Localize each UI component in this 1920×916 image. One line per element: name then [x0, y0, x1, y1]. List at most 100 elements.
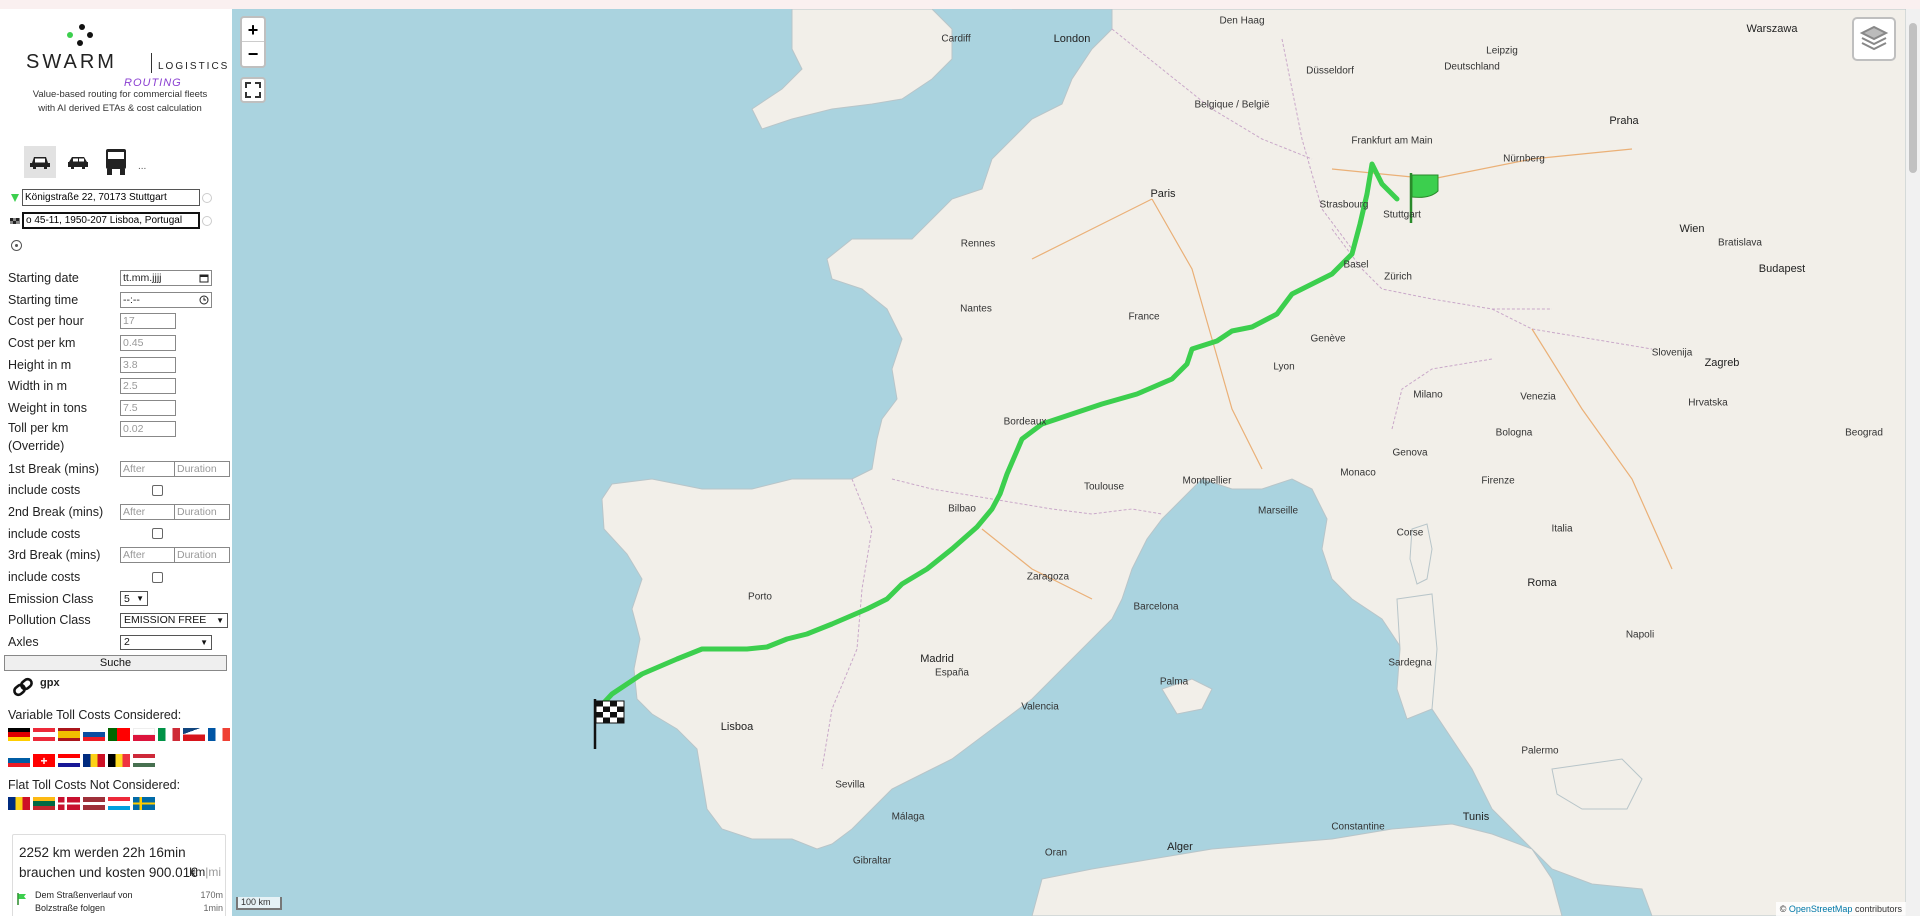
break1-after-input[interactable]: After	[120, 460, 175, 477]
width-row: Width in m 2.5	[8, 375, 232, 397]
land-sardinia	[1396, 593, 1438, 720]
cost-per-km-input[interactable]: 0.45	[120, 334, 176, 351]
calendar-icon[interactable]	[199, 273, 209, 283]
break2-duration-input[interactable]: Duration	[174, 504, 230, 521]
map-city-label: Milano	[1413, 389, 1443, 401]
page-scrollbar[interactable]	[1906, 9, 1920, 916]
map-city-label: Valencia	[1021, 701, 1059, 713]
flag-be-icon	[108, 754, 130, 767]
tagline: Value-based routing for commercial fleet…	[10, 88, 230, 116]
cost-per-hour-input[interactable]: 17	[120, 313, 176, 330]
instruction-time: 1min	[203, 903, 223, 913]
emission-class-row: Emission Class 5 ▼	[8, 588, 232, 610]
origin-input[interactable]	[22, 189, 200, 206]
break1-include-costs-checkbox[interactable]	[152, 484, 163, 496]
unit-mi-option[interactable]: mi	[208, 865, 221, 879]
map-city-label: Budapest	[1758, 263, 1806, 275]
fullscreen-icon	[245, 82, 261, 98]
unit-toggle[interactable]: km|mi	[189, 865, 221, 879]
map-city-label: Bilbao	[948, 503, 976, 515]
toll-per-km-label: Toll per km (Override)	[8, 419, 120, 455]
openstreetmap-link[interactable]: OpenStreetMap	[1789, 904, 1853, 914]
destination-clear-icon[interactable]	[202, 215, 212, 226]
break2-include-costs-label: include costs	[8, 526, 81, 541]
width-input[interactable]: 2.5	[120, 378, 176, 395]
add-waypoint-icon[interactable]	[11, 240, 22, 251]
truck-icon	[106, 149, 126, 175]
break2-include-costs-checkbox[interactable]	[152, 528, 163, 540]
axles-row: Axles 2 ▼	[8, 631, 232, 653]
break1-include-costs-label: include costs	[8, 483, 81, 498]
destination-input[interactable]	[22, 212, 200, 229]
toll-per-km-input[interactable]: 0.02	[120, 420, 176, 437]
map-city-label: Zaragoza	[1026, 571, 1070, 583]
break3-include-costs-row: include costs	[8, 566, 232, 588]
emission-class-select[interactable]: 5 ▼	[120, 591, 148, 607]
unit-km-option[interactable]: km	[189, 865, 205, 879]
map-city-label: Praha	[1609, 115, 1639, 127]
scrollbar-thumb[interactable]	[1909, 23, 1917, 173]
origin-row	[10, 189, 212, 206]
map-city-label: Lisboa	[720, 721, 754, 733]
clock-icon[interactable]	[199, 295, 209, 305]
flag-pl-icon	[133, 728, 155, 741]
break2-after-input[interactable]: After	[120, 504, 175, 521]
break3-after-input[interactable]: After	[120, 547, 175, 564]
starting-time-label: Starting time	[8, 292, 79, 307]
pollution-class-select[interactable]: EMISSION FREE ▼	[120, 612, 228, 628]
route-result-panel: 2252 km werden 22h 16min brauchen und ko…	[12, 834, 226, 916]
car-icon	[30, 157, 50, 169]
swarm-logo: SWARM LOGISTICS ROUTING	[24, 23, 227, 93]
break3-include-costs-checkbox[interactable]	[152, 571, 163, 583]
map-city-label: Toulouse	[1083, 481, 1125, 493]
map-scale: 100 km	[236, 897, 282, 910]
variable-toll-title: Variable Toll Costs Considered:	[8, 708, 182, 722]
gpx-label[interactable]: gpx	[40, 677, 60, 689]
weight-input[interactable]: 7.5	[120, 399, 176, 416]
map-city-label: Wien	[1679, 223, 1705, 235]
gpx-export[interactable]: gpx	[12, 677, 60, 697]
variable-toll-flags-row-2: +	[8, 754, 155, 767]
starting-date-row: Starting date tt.mm.jjjj	[8, 267, 232, 289]
starting-date-placeholder: tt.mm.jjjj	[123, 271, 162, 284]
map-city-label: Nantes	[960, 303, 992, 315]
link-icon[interactable]	[12, 677, 34, 697]
map-view[interactable]: Warszawa London Den Haag Düsseldorf Deutschl…	[232, 9, 1906, 916]
toll-per-km-row: Toll per km (Override) 0.02	[8, 419, 232, 458]
zoom-in-button[interactable]: +	[242, 18, 264, 42]
search-button[interactable]: Suche	[4, 655, 227, 671]
map-tiles	[593, 9, 1906, 916]
vehicle-van-button[interactable]	[62, 146, 94, 178]
fullscreen-button[interactable]	[240, 77, 266, 103]
map-city-label: Genova	[1392, 447, 1428, 459]
map-attribution: © OpenStreetMap contributors	[1775, 902, 1906, 916]
map-city-label: Rennes	[960, 238, 996, 250]
break3-duration-input[interactable]: Duration	[174, 547, 230, 564]
cost-per-km-row: Cost per km 0.45	[8, 332, 232, 354]
flag-cz-icon	[183, 728, 205, 741]
logo-swarm-text: SWARM	[26, 51, 117, 73]
zoom-out-button[interactable]: −	[242, 42, 264, 66]
height-input[interactable]: 3.8	[120, 356, 176, 373]
pollution-class-row: Pollution Class EMISSION FREE ▼	[8, 610, 232, 632]
break1-duration-input[interactable]: Duration	[174, 460, 230, 477]
layers-button[interactable]	[1852, 17, 1896, 61]
vehicle-truck-button[interactable]	[100, 146, 132, 178]
map-city-label: Gibraltar	[852, 855, 892, 867]
pollution-class-value: EMISSION FREE	[124, 614, 207, 627]
starting-date-input[interactable]: tt.mm.jjjj	[120, 269, 212, 286]
vehicle-car-button[interactable]	[24, 146, 56, 178]
vehicle-more-button[interactable]: ...	[138, 161, 146, 172]
origin-clear-icon[interactable]	[202, 192, 212, 203]
starting-time-input[interactable]: --:--	[120, 291, 212, 308]
map-city-label: Bordeaux	[1003, 416, 1047, 428]
toll-per-km-label-line-1: Toll per km	[8, 420, 69, 435]
map-city-label: Venezia	[1520, 391, 1556, 403]
map-city-label: Deutschland	[1444, 61, 1500, 73]
map-city-label: Slovenija	[1651, 347, 1693, 359]
land-africa	[1031, 823, 1563, 916]
emission-class-value: 5	[124, 592, 130, 605]
axles-select[interactable]: 2 ▼	[120, 634, 212, 650]
top-strip	[0, 0, 1920, 9]
start-flag-icon	[17, 893, 26, 905]
